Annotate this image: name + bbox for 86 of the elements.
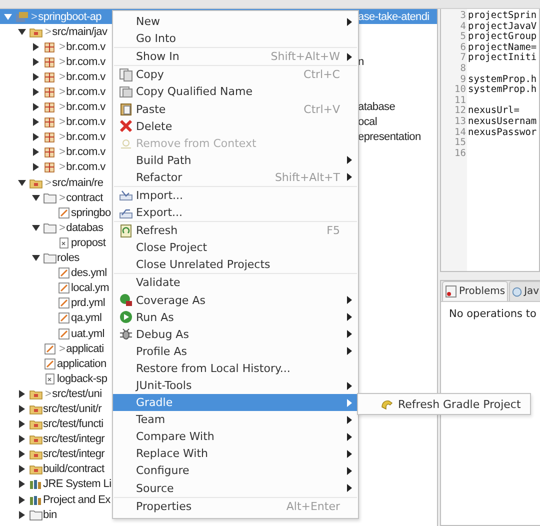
code-line: projectGroup	[467, 32, 538, 42]
tree-item-label: src/test/integr	[43, 433, 105, 446]
line-number: 10	[454, 85, 467, 96]
code-line: projectSprin	[467, 11, 538, 22]
code-line: nexusPasswor	[467, 128, 538, 138]
line-number: 14	[454, 128, 467, 138]
tree-item-label: n	[358, 56, 364, 68]
line-number: 5	[459, 32, 467, 43]
changed-marker: >	[59, 56, 66, 68]
line-number: 7	[459, 53, 467, 64]
changed-marker: >	[59, 101, 66, 114]
tree-item-label: br.com.v	[66, 146, 106, 158]
code-line: nexusUrl=	[467, 106, 520, 117]
tree-item-label: Project and Ex	[43, 494, 110, 506]
shortcut-text: Ctrl+C	[304, 68, 340, 82]
shortcut-text: Alt+Enter	[286, 500, 340, 513]
tree-item-label: build/contract	[43, 463, 104, 476]
tree-item-label: br.com.v	[66, 131, 106, 144]
tree-item-label: src/test/functi	[43, 418, 104, 430]
changed-marker: >	[31, 10, 38, 23]
changed-marker: >	[59, 70, 66, 83]
tree-item-label: atabase	[358, 101, 396, 114]
tree-item-label: br.com.v	[66, 161, 106, 174]
line-number: 8	[459, 64, 467, 75]
tree-item-label: roles	[57, 252, 80, 264]
code-line: nexusUsernam	[467, 116, 538, 128]
code-line: projectJavaV	[467, 22, 538, 32]
tree-item-label: uat.yml	[71, 328, 104, 340]
line-number: 9	[459, 74, 467, 85]
status-message: No operations to	[448, 307, 538, 320]
tree-item-label: br.com.v	[66, 101, 106, 114]
tree-item-label: br.com.v	[66, 70, 106, 83]
tree-item-label: local.ym	[71, 282, 109, 294]
tree-item-label: src/test/integr	[43, 448, 105, 460]
changed-marker: >	[59, 116, 66, 128]
tree-item-label: contract	[66, 192, 103, 204]
tree-item-label: des.yml	[71, 267, 107, 280]
line-number: 16	[454, 148, 467, 160]
shortcut-text: F5	[326, 224, 340, 238]
tree-item-label: src/test/uni	[52, 388, 102, 400]
code-line: projectName=	[467, 42, 538, 53]
tree-item-label: databas	[66, 222, 104, 234]
tree-item-label: br.com.v	[66, 116, 106, 128]
line-number: 3	[459, 11, 467, 22]
tree-item-label: src/main/jav	[52, 26, 108, 38]
changed-marker: >	[59, 161, 66, 174]
line-number: 11	[454, 96, 467, 106]
tree-item-label: springbo	[71, 206, 111, 219]
tree-item-label: prd.yml	[71, 297, 105, 310]
tree-item-label: qa.yml	[71, 312, 102, 324]
tree-item-label: applicati	[66, 342, 104, 355]
tree-item-label: br.com.v	[66, 40, 106, 53]
tree-item-label: logback-sp	[57, 372, 108, 385]
line-number: 4	[459, 22, 467, 32]
changed-marker: >	[59, 146, 66, 158]
tree-item-label: application	[57, 358, 106, 370]
tree-item-label: src/main/re	[52, 176, 104, 189]
changed-marker: >	[45, 176, 52, 189]
shortcut-text: Shift+Alt+W	[270, 50, 340, 64]
tree-item-label: ocal	[358, 116, 377, 128]
line-number: 6	[459, 42, 467, 53]
tree-item-label: ase-take-atendi	[358, 10, 430, 23]
changed-marker: >	[59, 342, 66, 355]
code-line: systemProp.h	[467, 74, 538, 85]
tree-item-label: JRE System Li	[43, 478, 112, 490]
line-number: 13	[454, 116, 467, 128]
changed-marker: >	[59, 131, 66, 144]
code-line: projectIniti	[467, 53, 538, 64]
tree-item-label: propost	[71, 236, 106, 249]
line-number: 15	[454, 138, 467, 149]
code-line: systemProp.h	[467, 85, 538, 96]
tree-item-label: bin	[43, 508, 57, 521]
changed-marker: >	[45, 388, 52, 400]
shortcut-text: Ctrl+V	[304, 102, 340, 116]
tree-item-label: springboot-ap	[38, 10, 102, 23]
changed-marker: >	[59, 192, 66, 204]
changed-marker: >	[59, 86, 66, 98]
changed-marker: >	[45, 26, 52, 38]
changed-marker: >	[59, 40, 66, 53]
tree-item-label: br.com.v	[66, 56, 106, 68]
changed-marker: >	[59, 222, 66, 234]
tree-item-label: src/test/unit/r	[43, 402, 102, 415]
tree-item-label: br.com.v	[66, 86, 106, 98]
line-number: 12	[454, 106, 467, 117]
shortcut-text: Shift+Alt+T	[274, 170, 340, 184]
tree-item-label: epresentation	[358, 131, 421, 144]
